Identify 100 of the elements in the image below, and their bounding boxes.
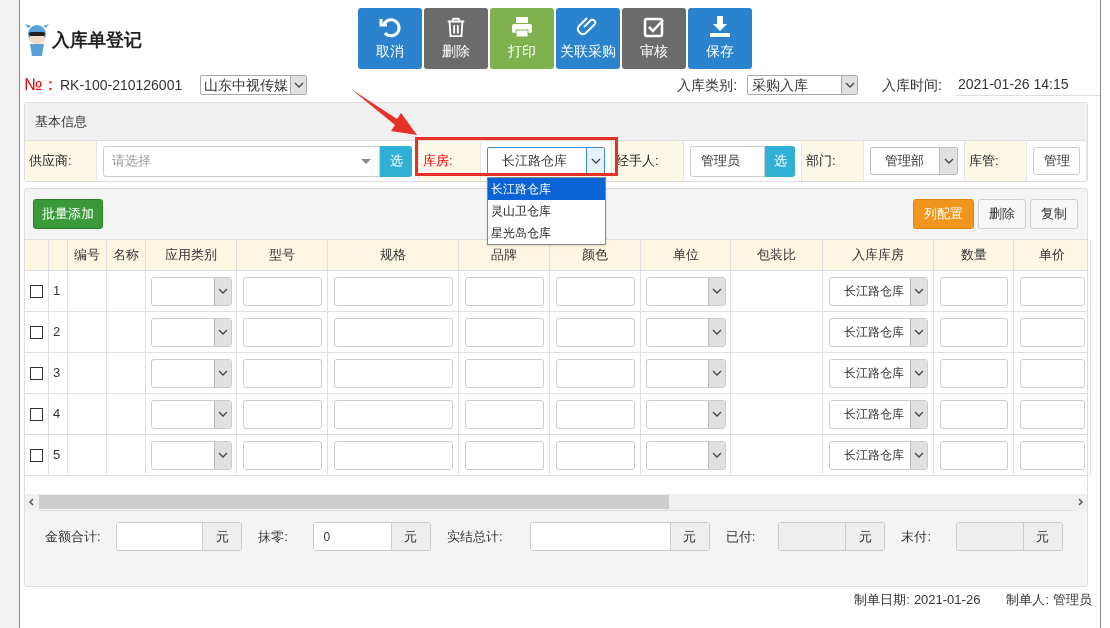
select-field[interactable] — [645, 358, 726, 388]
caret-icon — [711, 452, 722, 458]
download-icon — [708, 15, 732, 39]
select-field[interactable]: 长江路仓库 — [487, 147, 605, 175]
input-field[interactable] — [1019, 440, 1085, 470]
caret-icon — [217, 411, 228, 417]
amount-field[interactable]: 元 — [529, 522, 710, 551]
toolbar-button[interactable]: 保存 — [688, 8, 752, 69]
caret-icon — [844, 82, 855, 88]
column-header: 单价 — [1039, 246, 1065, 265]
row-number: 1 — [53, 282, 61, 301]
dropdown-option[interactable]: 星光岛仓库 — [488, 222, 605, 244]
input-field[interactable] — [464, 317, 544, 347]
row-checkbox[interactable] — [30, 366, 43, 380]
row-number: 5 — [53, 446, 61, 465]
caret-icon — [711, 411, 722, 417]
checkbox-icon — [642, 15, 666, 39]
warehouse-select[interactable]: 长江路仓库 — [828, 440, 928, 470]
input-field[interactable] — [242, 440, 322, 470]
caret-icon — [293, 82, 304, 88]
input-field[interactable] — [939, 399, 1008, 429]
storekeeper-field[interactable]: 管理 — [1033, 147, 1080, 175]
handler-field[interactable]: 管理员 — [690, 145, 765, 177]
input-field[interactable] — [939, 317, 1008, 347]
warehouse-select[interactable]: 长江路仓库 — [828, 358, 928, 388]
dropdown-option[interactable]: 灵山卫仓库 — [488, 200, 605, 222]
input-field[interactable] — [555, 440, 635, 470]
row-checkbox[interactable] — [30, 448, 43, 462]
column-header: 应用类别 — [165, 246, 217, 265]
select-field[interactable] — [150, 399, 232, 429]
select-field[interactable] — [150, 358, 232, 388]
company-select[interactable]: 山东中视传媒 — [200, 75, 307, 95]
input-field[interactable] — [242, 399, 322, 429]
input-field[interactable] — [1019, 276, 1085, 306]
toolbar-button[interactable]: 取消 — [358, 8, 422, 69]
select-field[interactable] — [150, 276, 232, 306]
total-label: 抹零: — [257, 527, 289, 546]
warehouse-select[interactable]: 长江路仓库 — [828, 317, 928, 347]
total-label: 实结总计: — [445, 527, 504, 546]
input-field[interactable] — [939, 358, 1008, 388]
input-field[interactable] — [1019, 399, 1085, 429]
select-field[interactable] — [150, 440, 232, 470]
panel-title: 基本信息 — [25, 103, 1087, 141]
select-field[interactable]: 管理部 — [870, 147, 958, 175]
action-button[interactable]: 复制 — [1030, 199, 1078, 229]
dropdown-option[interactable]: 长江路仓库 — [488, 178, 605, 200]
select-field[interactable] — [150, 317, 232, 347]
caret-icon — [913, 329, 924, 335]
input-field[interactable] — [333, 399, 453, 429]
field-label: 供应商: — [25, 141, 97, 181]
caret-icon — [913, 411, 924, 417]
row-checkbox[interactable] — [30, 407, 43, 421]
caret-icon — [913, 370, 924, 376]
input-field[interactable] — [333, 317, 453, 347]
input-field[interactable] — [464, 440, 544, 470]
type-select[interactable]: 采购入库 — [747, 75, 859, 95]
input-field[interactable] — [242, 358, 322, 388]
input-field[interactable] — [464, 399, 544, 429]
row-checkbox[interactable] — [30, 325, 43, 339]
select-field[interactable] — [645, 399, 726, 429]
caret-icon — [217, 452, 228, 458]
input-field[interactable] — [1019, 358, 1085, 388]
select-field[interactable] — [645, 440, 726, 470]
column-header: 名称 — [113, 246, 139, 265]
input-field[interactable] — [555, 276, 635, 306]
input-field[interactable] — [242, 276, 322, 306]
amount-field[interactable]: 0 元 — [312, 522, 431, 551]
column-header: 品牌 — [491, 246, 517, 265]
caret-icon — [711, 288, 722, 294]
toolbar-button[interactable]: 删除 — [424, 8, 488, 69]
input-field[interactable] — [242, 317, 322, 347]
caret-icon — [943, 158, 954, 164]
input-field[interactable] — [555, 358, 635, 388]
column-header: 编号 — [74, 246, 100, 265]
batch-add-button[interactable]: 批量添加 — [33, 199, 103, 229]
row-checkbox[interactable] — [30, 284, 43, 298]
input-field[interactable] — [555, 317, 635, 347]
arrow-icon — [351, 89, 419, 137]
number-label: №： — [24, 74, 60, 97]
select-field[interactable] — [645, 276, 726, 306]
action-button[interactable]: 删除 — [978, 199, 1026, 229]
warehouse-select[interactable]: 长江路仓库 — [828, 399, 928, 429]
mascot-icon — [24, 22, 50, 58]
input-field[interactable] — [1019, 317, 1085, 347]
input-field[interactable] — [333, 358, 453, 388]
toolbar-button[interactable]: 关联采购 — [556, 8, 620, 69]
select-field[interactable] — [645, 317, 726, 347]
input-field[interactable] — [939, 440, 1008, 470]
input-field[interactable] — [939, 276, 1008, 306]
input-field[interactable] — [333, 276, 453, 306]
input-field[interactable] — [333, 440, 453, 470]
input-field[interactable] — [464, 358, 544, 388]
maker-value: 管理员 — [1053, 591, 1092, 610]
warehouse-select[interactable]: 长江路仓库 — [828, 276, 928, 306]
horizontal-scrollbar[interactable] — [25, 494, 1087, 510]
input-field[interactable] — [464, 276, 544, 306]
amount-field[interactable]: 元 — [116, 522, 243, 551]
toolbar-button[interactable]: 审核 — [622, 8, 686, 69]
input-field[interactable] — [555, 399, 635, 429]
time-label: 入库时间: — [882, 75, 942, 95]
